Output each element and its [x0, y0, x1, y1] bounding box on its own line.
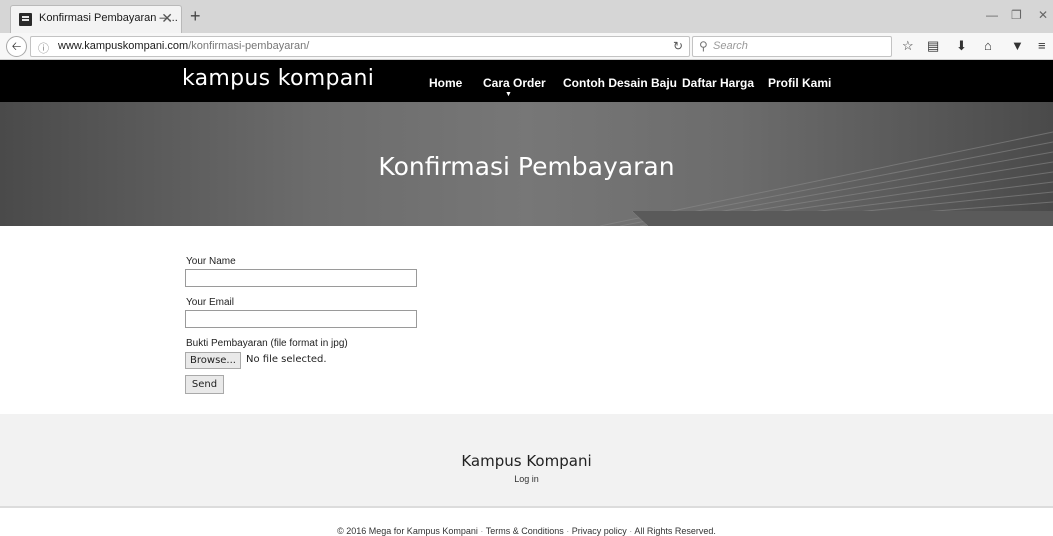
footer-title: Kampus Kompani	[461, 452, 592, 470]
url-text: www.kampuskompani.com/konfirmasi-pembaya…	[58, 40, 309, 52]
email-input[interactable]	[185, 310, 417, 328]
nav-profil-kami[interactable]: Profil Kami	[768, 76, 831, 90]
address-bar[interactable]: ⓘ www.kampuskompani.com/konfirmasi-pemba…	[30, 36, 690, 57]
browser-tabbar: Konfirmasi Pembayaran – ... ✕ + — ❐ ✕	[0, 0, 1053, 33]
search-icon: ⚲	[699, 39, 708, 53]
site-footer: Kampus Kompani Log in	[0, 414, 1053, 508]
nav-daftar-harga[interactable]: Daftar Harga	[682, 76, 754, 90]
page-title: Konfirmasi Pembayaran	[378, 152, 675, 181]
rights-text: All Rights Reserved.	[634, 526, 716, 536]
download-icon[interactable]: ⬇	[956, 38, 967, 54]
reading-list-icon[interactable]: ▤	[927, 38, 939, 54]
reload-icon[interactable]: ↻	[673, 39, 683, 53]
menu-icon[interactable]: ≡	[1038, 38, 1046, 53]
pocket-icon[interactable]: ▼	[1011, 38, 1024, 53]
new-tab-icon[interactable]: +	[190, 7, 201, 25]
window-close-icon[interactable]: ✕	[1038, 8, 1048, 22]
file-status: No file selected.	[246, 354, 327, 365]
bookmark-star-icon[interactable]: ☆	[902, 38, 914, 54]
browser-navbar: 🡠 ⓘ www.kampuskompani.com/konfirmasi-pem…	[0, 33, 1053, 60]
tab-title: Konfirmasi Pembayaran – ...	[39, 12, 178, 24]
email-label: Your Email	[186, 297, 234, 308]
send-button[interactable]: Send	[185, 375, 224, 394]
search-placeholder: Search	[713, 40, 748, 52]
login-link[interactable]: Log in	[0, 474, 1053, 484]
nav-contoh-desain-baju[interactable]: Contoh Desain Baju	[563, 76, 677, 90]
nav-home[interactable]: Home	[429, 76, 462, 90]
site-logo[interactable]: kampus kompani	[182, 66, 374, 91]
minimize-icon[interactable]: —	[986, 8, 998, 22]
banner-notch	[0, 211, 1053, 226]
privacy-link[interactable]: Privacy policy	[572, 526, 627, 536]
nav-cara-order[interactable]: Cara Order	[483, 76, 546, 90]
browser-search-input[interactable]: ⚲ Search	[692, 36, 892, 57]
back-arrow-icon[interactable]: 🡠	[6, 36, 27, 57]
browse-button[interactable]: Browse...	[185, 352, 241, 369]
chevron-down-icon: ▼	[505, 91, 512, 98]
page-banner: Konfirmasi Pembayaran	[0, 102, 1053, 226]
name-input[interactable]	[185, 269, 417, 287]
close-tab-icon[interactable]: ✕	[161, 10, 173, 26]
site-header: kampus kompani Home Cara Order ▼ Contoh …	[0, 60, 1053, 102]
url-domain: www.kampuskompani.com	[58, 40, 189, 52]
name-label: Your Name	[186, 256, 236, 267]
url-path: /konfirmasi-pembayaran/	[188, 40, 310, 52]
home-icon[interactable]: ⌂	[984, 38, 992, 53]
terms-link[interactable]: Terms & Conditions	[486, 526, 564, 536]
info-icon[interactable]: ⓘ	[38, 40, 49, 56]
copyright-bar: © 2016 Mega for Kampus Kompani · Terms &…	[0, 526, 1053, 536]
copyright-text: © 2016 Mega for Kampus Kompani	[337, 526, 478, 536]
site-favicon-icon	[19, 13, 32, 26]
browser-tab[interactable]: Konfirmasi Pembayaran – ... ✕	[10, 5, 182, 33]
restore-icon[interactable]: ❐	[1011, 8, 1022, 22]
file-label: Bukti Pembayaran (file format in jpg)	[186, 338, 348, 349]
